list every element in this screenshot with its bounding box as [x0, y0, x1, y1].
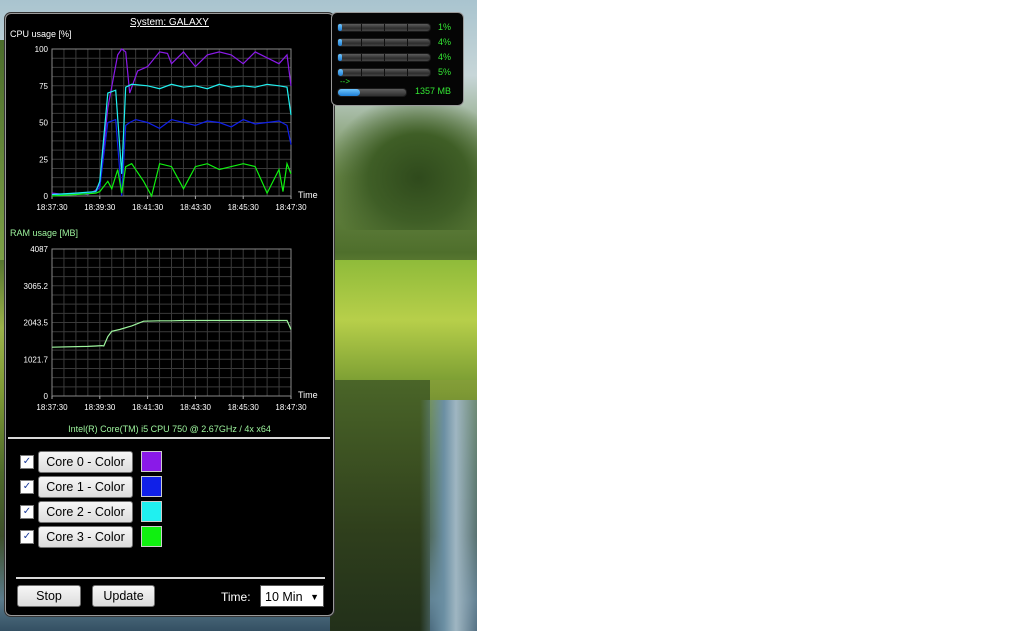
y-tick-label: 75 — [39, 82, 48, 91]
meter-segment — [407, 54, 408, 61]
y-tick-label: 25 — [39, 155, 48, 164]
x-tick-label: 18:47:30 — [275, 403, 307, 412]
divider-top — [8, 437, 330, 439]
meter-segment — [384, 24, 385, 31]
meter-segment — [407, 24, 408, 31]
system-monitor-gadget: System: GALAXY CPU usage [%] 0 25 50 75 100 1… — [5, 13, 334, 616]
stop-button[interactable]: Stop — [17, 585, 81, 607]
y-tick-label: 2043.5 — [24, 319, 49, 328]
core-0-swatch[interactable] — [141, 451, 162, 472]
core-row-0: ✓ Core 0 - Color — [20, 451, 220, 473]
meter-segment — [361, 54, 362, 61]
time-label: Time: — [221, 590, 251, 604]
core-1-meter-fill — [338, 39, 342, 46]
core-2-meter — [337, 53, 431, 62]
core-0-color-button[interactable]: Core 0 - Color — [38, 451, 133, 473]
core-3-meter-fill — [338, 69, 343, 76]
x-axis-label: Time — [298, 390, 318, 400]
core-2-swatch[interactable] — [141, 501, 162, 522]
core-3-value: 5% — [437, 67, 451, 77]
wallpaper-riverbank — [330, 380, 430, 631]
system-title: System: GALAXY — [130, 17, 209, 28]
time-select-value: 10 Min — [265, 590, 303, 604]
update-button[interactable]: Update — [92, 585, 155, 607]
x-tick-label: 18:39:30 — [84, 203, 116, 212]
meter-segment — [407, 39, 408, 46]
x-tick-label: 18:37:30 — [36, 403, 68, 412]
core-2-value: 4% — [437, 52, 451, 62]
meter-segment — [384, 69, 385, 76]
x-axis-label: Time — [298, 190, 318, 200]
core-row-1: ✓ Core 1 - Color — [20, 476, 220, 498]
cpu-info: Intel(R) Core(TM) i5 CPU 750 @ 2.67GHz /… — [68, 424, 271, 434]
x-tick-label: 18:45:30 — [228, 203, 260, 212]
meter-segment — [361, 39, 362, 46]
y-tick-label: 100 — [35, 45, 49, 54]
core-1-meter — [337, 38, 431, 47]
chevron-down-icon: ▼ — [310, 592, 319, 602]
core-2-checkbox[interactable]: ✓ — [20, 505, 34, 519]
meter-segment — [407, 69, 408, 76]
cpu-usage-chart: 0 25 50 75 100 18:37:30 18:39:30 18:41:30 18:43:… — [35, 45, 318, 212]
core-0-meter — [337, 23, 431, 32]
y-tick-label: 3065.2 — [24, 282, 49, 291]
core-row-2: ✓ Core 2 - Color — [20, 501, 220, 523]
x-tick-label: 18:37:30 — [36, 203, 68, 212]
core-3-color-button[interactable]: Core 3 - Color — [38, 526, 133, 548]
x-tick-label: 18:39:30 — [84, 403, 116, 412]
core-row-3: ✓ Core 3 - Color — [20, 526, 220, 548]
x-tick-label: 18:43:30 — [180, 403, 212, 412]
core-2-color-button[interactable]: Core 2 - Color — [38, 501, 133, 523]
x-tick-label: 18:47:30 — [275, 203, 307, 212]
ram-arrow: --> — [340, 77, 350, 86]
core-3-meter — [337, 68, 431, 77]
y-tick-label: 1021.7 — [24, 355, 49, 364]
core-0-meter-fill — [338, 24, 342, 31]
wallpaper-hill — [330, 100, 477, 230]
meter-segment — [384, 39, 385, 46]
core-1-checkbox[interactable]: ✓ — [20, 480, 34, 494]
time-select[interactable]: 10 Min ▼ — [260, 585, 324, 607]
y-tick-label: 50 — [39, 119, 48, 128]
meter-segment — [361, 69, 362, 76]
ram-usage-chart: 0 1021.7 2043.5 3065.2 4087 18:37:30 18:39:30 1… — [24, 245, 318, 412]
core-0-checkbox[interactable]: ✓ — [20, 455, 34, 469]
wallpaper-stream — [420, 400, 477, 631]
x-tick-label: 18:45:30 — [228, 403, 260, 412]
core-1-swatch[interactable] — [141, 476, 162, 497]
x-tick-label: 18:43:30 — [180, 203, 212, 212]
wallpaper-meadow — [330, 260, 477, 380]
meter-segment — [361, 24, 362, 31]
core-3-swatch[interactable] — [141, 526, 162, 547]
ram-meter-fill — [338, 89, 361, 96]
x-tick-label: 18:41:30 — [132, 403, 164, 412]
ram-value: 1357 MB — [414, 86, 451, 96]
meter-segment — [384, 54, 385, 61]
core-1-value: 4% — [437, 37, 451, 47]
core-3-checkbox[interactable]: ✓ — [20, 530, 34, 544]
x-tick-label: 18:41:30 — [132, 203, 164, 212]
core-0-value: 1% — [437, 22, 451, 32]
core-2-meter-fill — [338, 54, 342, 61]
y-tick-label: 4087 — [30, 245, 48, 254]
y-tick-label: 0 — [44, 392, 49, 401]
y-tick-label: 0 — [44, 192, 49, 201]
ram-meter — [337, 88, 407, 97]
core-1-color-button[interactable]: Core 1 - Color — [38, 476, 133, 498]
mini-meter-gadget: 1% 4% 4% 5% --> 1357 MB — [331, 12, 464, 106]
divider-bottom — [16, 577, 325, 579]
